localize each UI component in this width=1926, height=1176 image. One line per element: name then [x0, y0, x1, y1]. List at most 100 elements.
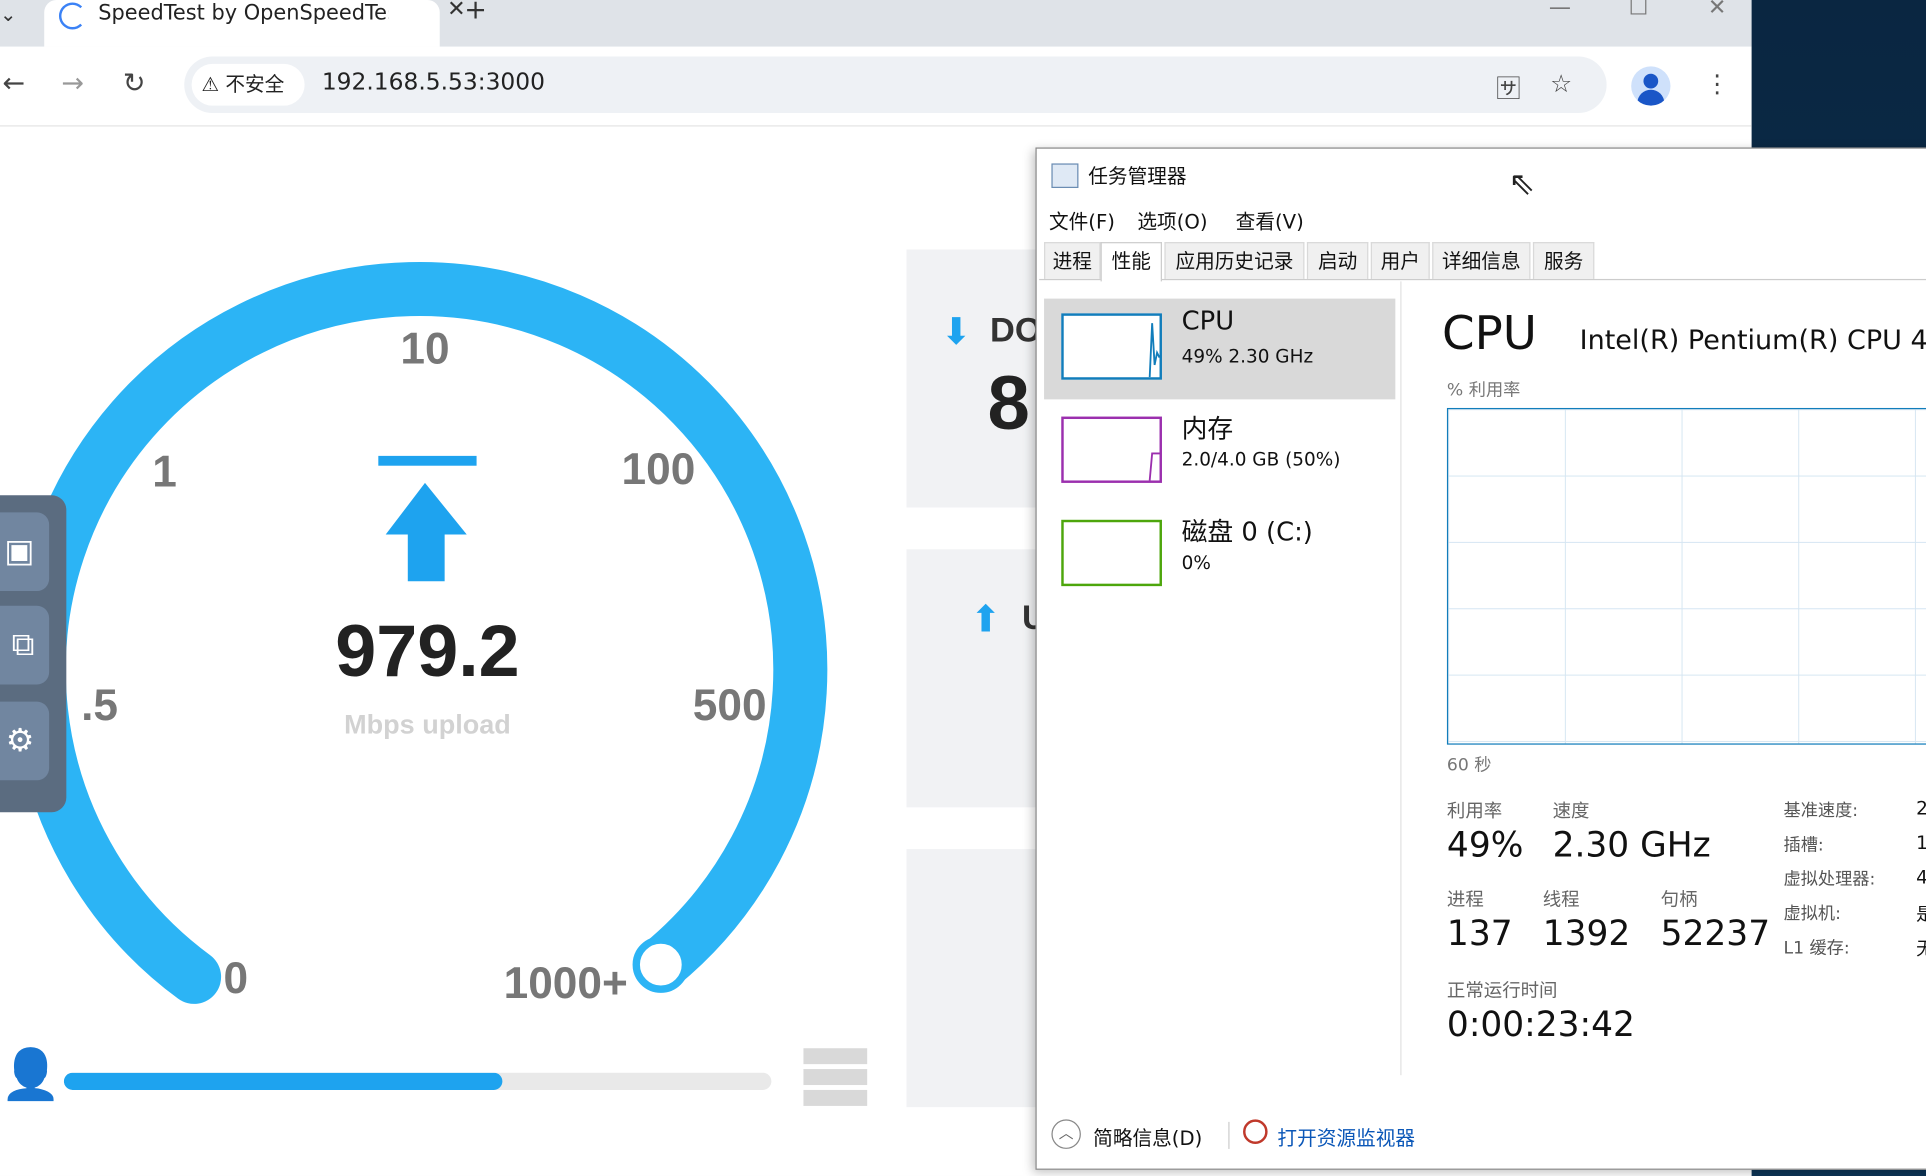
open-resource-monitor-link[interactable]: 打开资源监视器: [1277, 1122, 1415, 1151]
footer-divider: [1228, 1121, 1230, 1149]
download-arrow-icon: ⬇: [940, 310, 972, 354]
download-label: DO: [990, 310, 1042, 349]
tab-app-history[interactable]: 应用历史记录: [1164, 242, 1305, 279]
task-manager-footer: ︿ 简略信息(D) 打开资源监视器: [1037, 1095, 1926, 1169]
star-icon[interactable]: ☆: [1550, 69, 1572, 98]
tick-label-0-5: .5: [81, 679, 118, 730]
security-chip[interactable]: ⚠ 不安全: [191, 63, 305, 106]
back-arrow-icon[interactable]: ←: [2, 69, 25, 100]
l1-cache-value: 无: [1916, 935, 1926, 961]
sockets-label: 插槽:: [1783, 835, 1824, 856]
side-button-b[interactable]: ⧉: [0, 605, 50, 685]
uptime-value: 0:00:23:42: [1446, 1003, 1635, 1045]
handles-label: 句柄: [1660, 888, 1698, 911]
memory-thumbnail-graph: [1061, 416, 1162, 483]
upload-arrow-icon: [385, 482, 467, 582]
resource-disk-name: 磁盘 0 (C:): [1181, 517, 1313, 547]
minimize-icon[interactable]: —: [1548, 0, 1573, 21]
favicon-icon: [58, 2, 86, 30]
task-manager-window: 任务管理器 ⇖ 文件(F) 选项(O) 查看(V) 进程 性能 应用历史记录 启…: [1035, 147, 1926, 1170]
utilization-label: 利用率: [1446, 799, 1503, 823]
processes-label: 进程: [1446, 888, 1484, 911]
tab-startup[interactable]: 启动: [1306, 242, 1369, 279]
resource-cpu[interactable]: CPU 49% 2.30 GHz: [1044, 298, 1396, 400]
task-manager-app-icon: [1051, 163, 1079, 189]
menu-file[interactable]: 文件(F): [1049, 205, 1115, 234]
new-tab-plus-icon[interactable]: +: [464, 0, 487, 26]
gauge-needle-knob: [632, 936, 690, 993]
utilization-value: 49%: [1446, 824, 1524, 866]
speed-value-stat: 2.30 GHz: [1552, 824, 1711, 866]
side-button-a[interactable]: ▣: [0, 512, 50, 592]
maximize-icon[interactable]: ☐: [1626, 0, 1651, 21]
speed-label: 速度: [1552, 799, 1590, 823]
uptime-label: 正常运行时间: [1446, 979, 1558, 1002]
tick-label-500: 500: [692, 679, 767, 730]
speed-unit: Mbps upload: [344, 709, 511, 740]
fewer-details-button[interactable]: 简略信息(D): [1093, 1122, 1202, 1151]
forward-arrow-icon[interactable]: →: [61, 69, 84, 100]
browser-tab[interactable]: SpeedTest by OpenSpeedTest ✕: [44, 0, 466, 47]
task-manager-title: 任务管理器: [1088, 164, 1187, 189]
threads-value: 1392: [1542, 912, 1631, 954]
window-controls: — ☐ ✕: [1548, 0, 1730, 21]
resource-memory[interactable]: 内存 2.0/4.0 GB (50%): [1044, 402, 1395, 503]
cpu-heading: CPU: [1442, 305, 1537, 361]
dashboard-icon: ▣: [4, 533, 35, 571]
side-tool-panel: ▣ ⧉ ⚙: [0, 495, 67, 813]
panel-divider: [1400, 281, 1402, 1076]
virtual-processors-value: 4: [1916, 866, 1926, 888]
resource-memory-detail: 2.0/4.0 GB (50%): [1181, 448, 1341, 471]
screen: ⌄ SpeedTest by OpenSpeedTest ✕ + — ☐ ✕ ←…: [0, 0, 1926, 1176]
tick-label-10: 10: [400, 323, 450, 374]
speed-value: 979.2: [335, 609, 520, 692]
resource-disk-detail: 0%: [1181, 551, 1211, 574]
address-bar[interactable]: ⚠ 不安全 192.168.5.53:3000 🈂 ☆: [184, 56, 1607, 114]
sockets-value: 1: [1916, 832, 1926, 854]
user-icon: 👤: [0, 1046, 62, 1104]
tab-services[interactable]: 服务: [1532, 242, 1595, 279]
url-text[interactable]: 192.168.5.53:3000: [322, 69, 545, 96]
disk-thumbnail-graph: [1061, 519, 1162, 587]
reload-icon[interactable]: ↻: [123, 69, 146, 100]
profile-icon[interactable]: [1631, 66, 1671, 106]
base-speed-label: 基准速度:: [1783, 801, 1859, 821]
virtual-processors-label: 虚拟处理器:: [1783, 869, 1876, 890]
test-progress-bar: [63, 1072, 772, 1090]
util-axis-label: % 利用率: [1446, 380, 1521, 401]
resource-disk[interactable]: 磁盘 0 (C:) 0%: [1044, 505, 1395, 606]
kebab-menu-icon[interactable]: ⋮: [1705, 69, 1730, 98]
base-speed-value: 2: [1916, 797, 1926, 819]
virtual-machine-label: 虚拟机:: [1783, 904, 1841, 925]
download-value: 8: [987, 361, 1030, 447]
tab-bar: ⌄ SpeedTest by OpenSpeedTest ✕ + — ☐ ✕: [0, 0, 1752, 47]
menu-view[interactable]: 查看(V): [1236, 205, 1304, 234]
tab-search-chevron-down-icon[interactable]: ⌄: [0, 0, 22, 37]
upload-top-bar: [378, 455, 477, 466]
resource-cpu-detail: 49% 2.30 GHz: [1181, 345, 1314, 368]
close-window-icon[interactable]: ✕: [1705, 0, 1730, 21]
insecure-label: 不安全: [225, 72, 285, 96]
browser-toolbar: ← → ↻ ⚠ 不安全 192.168.5.53:3000 🈂 ☆ ⋮: [0, 46, 1752, 127]
side-button-settings[interactable]: ⚙: [0, 701, 50, 781]
tab-processes[interactable]: 进程: [1044, 242, 1101, 279]
warning-icon: ⚠: [201, 72, 220, 96]
tab-performance[interactable]: 性能: [1100, 242, 1162, 282]
menu-options[interactable]: 选项(O): [1137, 205, 1207, 234]
threads-label: 线程: [1542, 888, 1580, 911]
tick-label-1000: 1000+: [503, 957, 628, 1008]
server-icon: [803, 1048, 868, 1106]
translate-icon[interactable]: 🈂: [1496, 69, 1521, 105]
tab-details[interactable]: 详细信息: [1432, 242, 1531, 279]
test-progress-fill: [63, 1072, 503, 1090]
chevron-up-icon[interactable]: ︿: [1051, 1119, 1081, 1149]
tab-users[interactable]: 用户: [1370, 242, 1430, 279]
upload-small-arrow-icon: ⬆: [970, 598, 1002, 642]
gear-icon: ⚙: [5, 722, 35, 760]
resource-monitor-icon: [1243, 1119, 1268, 1145]
tab-close-icon[interactable]: ✕: [447, 0, 466, 22]
tab-title: SpeedTest by OpenSpeedTest: [98, 1, 389, 26]
info-card: [906, 849, 1042, 1108]
l1-cache-label: L1 缓存:: [1783, 938, 1850, 959]
tick-label-1: 1: [152, 446, 177, 497]
